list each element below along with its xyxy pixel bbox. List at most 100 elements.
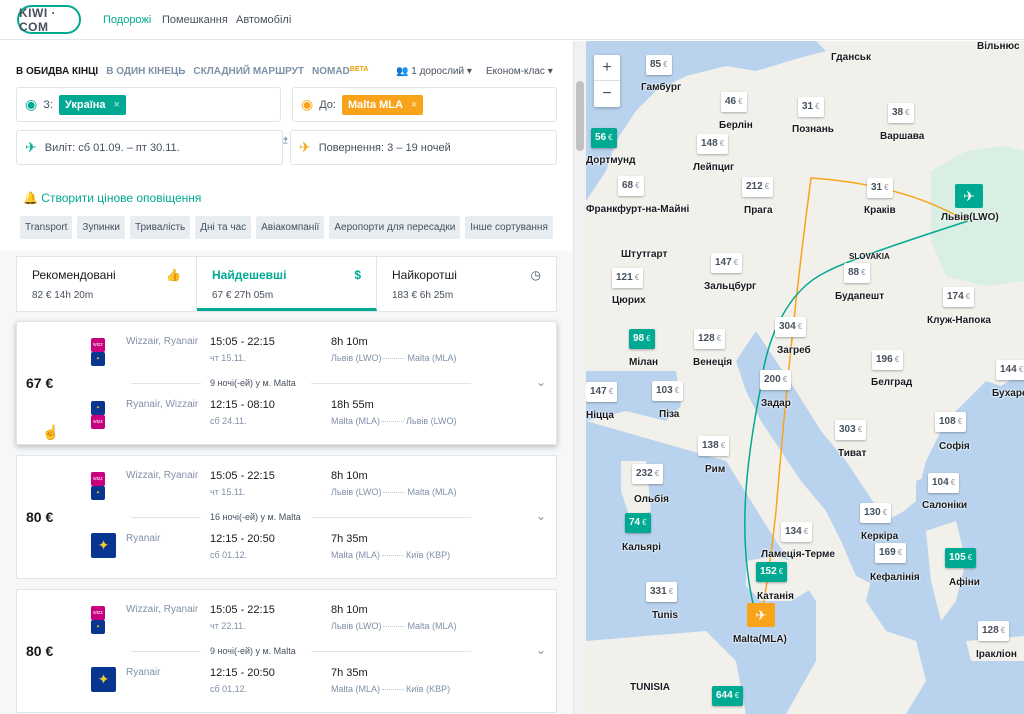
price-pin-value: 85 bbox=[650, 59, 662, 70]
price-pin-cheap[interactable]: 152 € bbox=[756, 562, 788, 582]
price-pin-currency: € bbox=[957, 417, 963, 426]
cabin-select[interactable]: Економ-клас ▾ bbox=[486, 66, 553, 77]
flight-duration: 8h 10m bbox=[331, 470, 368, 482]
city-label: Краків bbox=[864, 205, 896, 216]
price-pin[interactable]: 130 € bbox=[860, 503, 892, 523]
price-pin[interactable]: 88 € bbox=[844, 263, 870, 283]
price-pin[interactable]: 31 € bbox=[798, 97, 824, 117]
price-pin[interactable]: 232 € bbox=[632, 464, 664, 484]
result-card[interactable]: 80 € wizz ✦ Wizzair, Ryanair 15:05 - 22:… bbox=[16, 589, 557, 713]
tab-multicity[interactable]: СКЛАДНИЙ МАРШРУТ bbox=[193, 66, 304, 77]
filter-layover-airports[interactable]: Аеропорти для пересадки bbox=[329, 216, 461, 239]
origin-airport-icon[interactable]: ✈ bbox=[955, 184, 983, 208]
price-pin-value: 644 bbox=[716, 690, 733, 701]
price-pin[interactable]: 121 € bbox=[612, 268, 644, 288]
flight-duration: 7h 35m bbox=[331, 533, 368, 545]
price-pin[interactable]: 147 € bbox=[586, 382, 618, 402]
return-leg: ✦ wizz Ryanair, Wizzair 12:15 - 08:10 сб… bbox=[91, 399, 541, 439]
price-pin[interactable]: 331 € bbox=[646, 582, 678, 602]
city-label: Задар bbox=[761, 398, 791, 409]
price-pin[interactable]: 128 € bbox=[694, 329, 726, 349]
price-pin[interactable]: 134 € bbox=[781, 522, 813, 542]
flight-route: Львів (LWO) Malta (MLA) bbox=[331, 487, 457, 497]
price-pin[interactable]: 31 € bbox=[867, 178, 893, 198]
route-line bbox=[382, 555, 405, 557]
plane-landing-icon: ✈ bbox=[299, 139, 311, 155]
departure-date-field[interactable]: ✈ Виліт: сб 01.09. – пт 30.11. bbox=[16, 130, 283, 165]
city-label: Дортмунд bbox=[586, 155, 636, 166]
flight-times: 12:15 - 20:50 bbox=[210, 667, 275, 679]
price-pin-cheap[interactable]: 74 € bbox=[625, 513, 651, 533]
price-pin[interactable]: 128 € bbox=[978, 621, 1010, 641]
tab-nomad[interactable]: NOMADBETA bbox=[312, 66, 368, 77]
filter-stops[interactable]: Зупинки bbox=[77, 216, 125, 239]
filter-transport[interactable]: Transport bbox=[20, 216, 73, 239]
nav-travel[interactable]: Подорожі bbox=[103, 14, 151, 26]
sort-tab-fastest[interactable]: Найкоротші 183 € 6h 25m ◷ bbox=[377, 257, 556, 311]
dollar-icon: $ bbox=[354, 268, 361, 282]
result-card[interactable]: 67 € wizz ✦ Wizzair, Ryanair 15:05 - 22:… bbox=[16, 321, 557, 445]
price-pin[interactable]: 212 € bbox=[742, 177, 774, 197]
price-pin[interactable]: 85 € bbox=[646, 55, 672, 75]
divider bbox=[131, 383, 201, 384]
results-scrollbar[interactable] bbox=[573, 41, 586, 714]
price-pin[interactable]: 303 € bbox=[835, 420, 867, 440]
price-pin[interactable]: 196 € bbox=[872, 350, 904, 370]
passengers-select[interactable]: 👥 1 дорослий ▾ bbox=[396, 66, 472, 77]
price-pin[interactable]: 46 € bbox=[721, 92, 747, 112]
price-pin-value: 138 bbox=[702, 440, 719, 451]
tab-one-way[interactable]: В ОДИН КІНЕЦЬ bbox=[106, 66, 185, 77]
price-pin[interactable]: 138 € bbox=[698, 436, 730, 456]
chevron-down-icon[interactable]: ⌄ bbox=[536, 375, 546, 389]
price-pin[interactable]: 147 € bbox=[711, 253, 743, 273]
origin-chip[interactable]: Україна × bbox=[58, 94, 126, 115]
filter-airlines[interactable]: Авіакомпанії bbox=[256, 216, 325, 239]
zoom-out-button[interactable]: − bbox=[594, 81, 620, 107]
nav-cars[interactable]: Автомобілі bbox=[236, 14, 291, 26]
price-pin[interactable]: 103 € bbox=[652, 381, 684, 401]
destination-airport-icon[interactable]: ✈ bbox=[747, 603, 775, 627]
price-pin[interactable]: 144 € bbox=[996, 360, 1024, 380]
price-pin-cheap[interactable]: 105 € bbox=[945, 548, 977, 568]
chevron-down-icon[interactable]: ⌄ bbox=[536, 643, 546, 657]
city-label: Мілан bbox=[629, 357, 659, 368]
close-icon[interactable]: × bbox=[411, 99, 417, 111]
destination-chip[interactable]: Malta MLA × bbox=[341, 94, 424, 115]
destination-field[interactable]: ◉ До: Malta MLA × bbox=[292, 87, 557, 122]
price-pin-cheap[interactable]: 56 € bbox=[591, 128, 617, 148]
price-pin-value: 128 bbox=[982, 625, 999, 636]
passengers-value: 1 дорослий bbox=[411, 66, 465, 77]
nav-stays[interactable]: Помешкання bbox=[162, 14, 228, 26]
price-pin[interactable]: 304 € bbox=[775, 317, 807, 337]
price-pin-cheap[interactable]: 644 € bbox=[712, 686, 744, 706]
price-pin[interactable]: 68 € bbox=[618, 176, 644, 196]
airline-names: Wizzair, Ryanair bbox=[126, 336, 199, 347]
origin-field[interactable]: ◉ З: Україна × bbox=[16, 87, 281, 122]
price-pin[interactable]: 174 € bbox=[943, 287, 975, 307]
kiwi-logo[interactable]: KIWI · COM bbox=[17, 5, 81, 34]
price-pin[interactable]: 148 € bbox=[697, 134, 729, 154]
filter-duration[interactable]: Тривалість bbox=[129, 216, 191, 239]
price-alert-link[interactable]: 🔔 Створити цінове оповіщення bbox=[23, 191, 201, 205]
sort-tab-cheapest[interactable]: Найдешевші 67 € 27h 05m $ bbox=[197, 257, 377, 311]
tab-return[interactable]: В ОБИДВА КІНЦІ bbox=[16, 66, 98, 77]
price-pin-currency: € bbox=[882, 508, 888, 517]
city-label: Tunis bbox=[652, 610, 678, 621]
price-pin[interactable]: 169 € bbox=[875, 543, 907, 563]
map[interactable]: + − 85 € 46 € 31 € 38 € 56 € 148 € 212 € 31 € 68… bbox=[586, 41, 1024, 714]
sort-tab-recommended[interactable]: Рекомендовані 82 € 14h 20m 👍 bbox=[17, 257, 197, 311]
airline-names: Ryanair bbox=[126, 667, 161, 678]
scrollbar-thumb[interactable] bbox=[576, 81, 584, 151]
chevron-down-icon[interactable]: ⌄ bbox=[536, 509, 546, 523]
price-pin[interactable]: 104 € bbox=[928, 473, 960, 493]
filter-days-time[interactable]: Дні та час bbox=[195, 216, 252, 239]
zoom-in-button[interactable]: + bbox=[594, 55, 620, 81]
price-pin[interactable]: 38 € bbox=[888, 103, 914, 123]
price-pin[interactable]: 108 € bbox=[935, 412, 967, 432]
return-date-field[interactable]: ✈ Повернення: 3 – 19 ночей bbox=[290, 130, 557, 165]
price-pin-cheap[interactable]: 98 € bbox=[629, 329, 655, 349]
result-card[interactable]: 80 € wizz ✦ Wizzair, Ryanair 15:05 - 22:… bbox=[16, 455, 557, 579]
filter-other-sort[interactable]: Інше сортування bbox=[465, 216, 553, 239]
price-pin[interactable]: 200 € bbox=[760, 370, 792, 390]
close-icon[interactable]: × bbox=[114, 99, 120, 111]
